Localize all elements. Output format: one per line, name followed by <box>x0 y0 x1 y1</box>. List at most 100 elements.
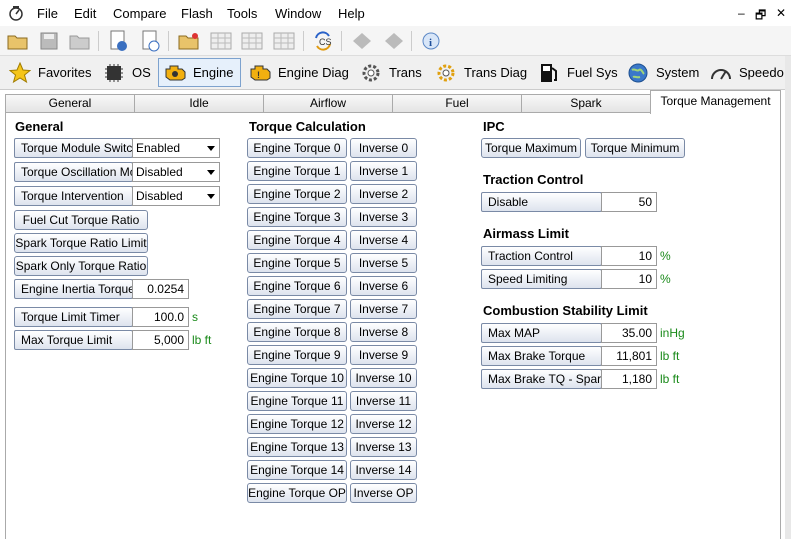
save-icon[interactable] <box>37 29 61 53</box>
engine-torque-button[interactable]: Engine Torque 7 <box>247 299 347 319</box>
minimize-button[interactable]: – <box>738 6 745 20</box>
engine-torque-button[interactable]: Engine Torque 13 <box>247 437 347 457</box>
torque-minimum-button[interactable]: Torque Minimum <box>585 138 685 158</box>
menu-help[interactable]: Help <box>338 6 365 21</box>
max-map-value[interactable]: 35.00 <box>601 323 657 343</box>
inverse-torque-button[interactable]: Inverse 8 <box>350 322 417 342</box>
nav-trans-diag[interactable]: Trans Diag <box>430 58 531 87</box>
engine-torque-button[interactable]: Engine Torque 0 <box>247 138 347 158</box>
torque-oscillation-select[interactable]: Disabled <box>132 162 220 182</box>
inverse-torque-button[interactable]: Inverse 0 <box>350 138 417 158</box>
engine-torque-button[interactable]: Engine Torque 2 <box>247 184 347 204</box>
menu-tools[interactable]: Tools <box>227 6 257 21</box>
engine-torque-button[interactable]: Engine Torque 1 <box>247 161 347 181</box>
tab-general[interactable]: General <box>5 94 135 113</box>
tab-airflow[interactable]: Airflow <box>263 94 393 113</box>
engine-torque-button[interactable]: Engine Torque 8 <box>247 322 347 342</box>
inverse-torque-button[interactable]: Inverse 12 <box>350 414 417 434</box>
inverse-torque-button[interactable]: Inverse 10 <box>350 368 417 388</box>
engine-torque-button[interactable]: Engine Torque 10 <box>247 368 347 388</box>
nav-fuel-sys[interactable]: Fuel Sys <box>533 58 622 87</box>
inverse-torque-button[interactable]: Inverse 2 <box>350 184 417 204</box>
engine-inertia-torque-value[interactable]: 0.0254 <box>132 279 189 299</box>
checksum-icon[interactable]: CS <box>311 29 335 53</box>
engine-torque-button[interactable]: Engine Torque 6 <box>247 276 347 296</box>
engine-torque-button[interactable]: Engine Torque OP <box>247 483 347 503</box>
restore-button[interactable]: 🗗 <box>755 6 766 27</box>
engine-torque-button[interactable]: Engine Torque 9 <box>247 345 347 365</box>
tab-fuel[interactable]: Fuel <box>392 94 522 113</box>
close-button[interactable]: ✕ <box>776 6 786 20</box>
tab-idle[interactable]: Idle <box>134 94 264 113</box>
max-brake-tq-spark-value[interactable]: 1,180 <box>601 369 657 389</box>
table-compare-icon[interactable] <box>240 29 264 53</box>
tab-torque-management[interactable]: Torque Management <box>650 90 781 114</box>
nav-trans[interactable]: Trans <box>355 58 426 87</box>
nav-speedo[interactable]: Speedo <box>705 58 788 87</box>
engine-torque-button[interactable]: Engine Torque 4 <box>247 230 347 250</box>
nav-system[interactable]: System <box>622 58 703 87</box>
airmass-speed-limiting-label[interactable]: Speed Limiting <box>481 269 602 289</box>
write-ecu-icon[interactable] <box>382 29 406 53</box>
menu-flash[interactable]: Flash <box>181 6 213 21</box>
spark-torque-ratio-limit-button[interactable]: Spark Torque Ratio Limit <box>14 233 148 253</box>
max-map-label[interactable]: Max MAP <box>481 323 602 343</box>
max-brake-torque-value[interactable]: 11,801 <box>601 346 657 366</box>
save-as-icon[interactable] <box>68 29 92 53</box>
nav-favorites[interactable]: Favorites <box>4 58 95 87</box>
airmass-speed-limiting-value[interactable]: 10 <box>601 269 657 289</box>
airmass-traction-control-label[interactable]: Traction Control <box>481 246 602 266</box>
torque-module-switch-select[interactable]: Enabled <box>132 138 220 158</box>
max-torque-limit-label[interactable]: Max Torque Limit <box>14 330 133 350</box>
max-brake-tq-spark-label[interactable]: Max Brake TQ - Spark R <box>481 369 602 389</box>
spark-only-torque-ratio-button[interactable]: Spark Only Torque Ratio <box>14 256 148 276</box>
inverse-torque-button[interactable]: Inverse 4 <box>350 230 417 250</box>
engine-torque-button[interactable]: Engine Torque 3 <box>247 207 347 227</box>
inverse-torque-button[interactable]: Inverse 5 <box>350 253 417 273</box>
inverse-torque-button[interactable]: Inverse 9 <box>350 345 417 365</box>
nav-engine-diag[interactable]: ! Engine Diag <box>244 58 353 87</box>
app-logo-icon[interactable] <box>6 5 26 21</box>
tab-spark[interactable]: Spark <box>521 94 651 113</box>
file-info-icon[interactable] <box>106 29 130 53</box>
menu-edit[interactable]: Edit <box>74 6 96 21</box>
traction-disable-value[interactable]: 50 <box>601 192 657 212</box>
table-diff-icon[interactable] <box>272 29 296 53</box>
inverse-torque-button[interactable]: Inverse 14 <box>350 460 417 480</box>
max-brake-torque-label[interactable]: Max Brake Torque <box>481 346 602 366</box>
inverse-torque-button[interactable]: Inverse 13 <box>350 437 417 457</box>
open-folder-icon[interactable] <box>6 29 30 53</box>
inverse-torque-button[interactable]: Inverse 7 <box>350 299 417 319</box>
fuel-cut-torque-ratio-button[interactable]: Fuel Cut Torque Ratio <box>14 210 148 230</box>
menu-window[interactable]: Window <box>275 6 321 21</box>
menu-compare[interactable]: Compare <box>113 6 166 21</box>
read-ecu-icon[interactable] <box>350 29 374 53</box>
airmass-traction-control-value[interactable]: 10 <box>601 246 657 266</box>
info-icon[interactable]: i <box>419 29 443 53</box>
open-compare-icon[interactable] <box>177 29 201 53</box>
torque-intervention-select[interactable]: Disabled <box>132 186 220 206</box>
inverse-torque-button[interactable]: Inverse 11 <box>350 391 417 411</box>
torque-oscillation-label[interactable]: Torque Oscillation Modu <box>14 162 133 182</box>
engine-torque-button[interactable]: Engine Torque 5 <box>247 253 347 273</box>
nav-engine[interactable]: Engine <box>158 58 241 87</box>
engine-inertia-torque-label[interactable]: Engine Inertia Torque <box>14 279 133 299</box>
torque-limit-timer-label[interactable]: Torque Limit Timer <box>14 307 133 327</box>
table-icon[interactable] <box>209 29 233 53</box>
torque-intervention-label[interactable]: Torque Intervention <box>14 186 133 206</box>
inverse-torque-button[interactable]: Inverse OP <box>350 483 417 503</box>
traction-disable-label[interactable]: Disable <box>481 192 602 212</box>
inverse-torque-button[interactable]: Inverse 6 <box>350 276 417 296</box>
torque-module-switch-label[interactable]: Torque Module Switch <box>14 138 133 158</box>
menu-file[interactable]: File <box>37 6 58 21</box>
max-torque-limit-value[interactable]: 5,000 <box>132 330 189 350</box>
inverse-torque-button[interactable]: Inverse 3 <box>350 207 417 227</box>
engine-torque-button[interactable]: Engine Torque 12 <box>247 414 347 434</box>
engine-torque-button[interactable]: Engine Torque 11 <box>247 391 347 411</box>
torque-limit-timer-value[interactable]: 100.0 <box>132 307 189 327</box>
nav-os[interactable]: OS <box>98 58 155 87</box>
inverse-torque-button[interactable]: Inverse 1 <box>350 161 417 181</box>
torque-maximum-button[interactable]: Torque Maximum <box>481 138 581 158</box>
engine-torque-button[interactable]: Engine Torque 14 <box>247 460 347 480</box>
file-history-icon[interactable] <box>138 29 162 53</box>
